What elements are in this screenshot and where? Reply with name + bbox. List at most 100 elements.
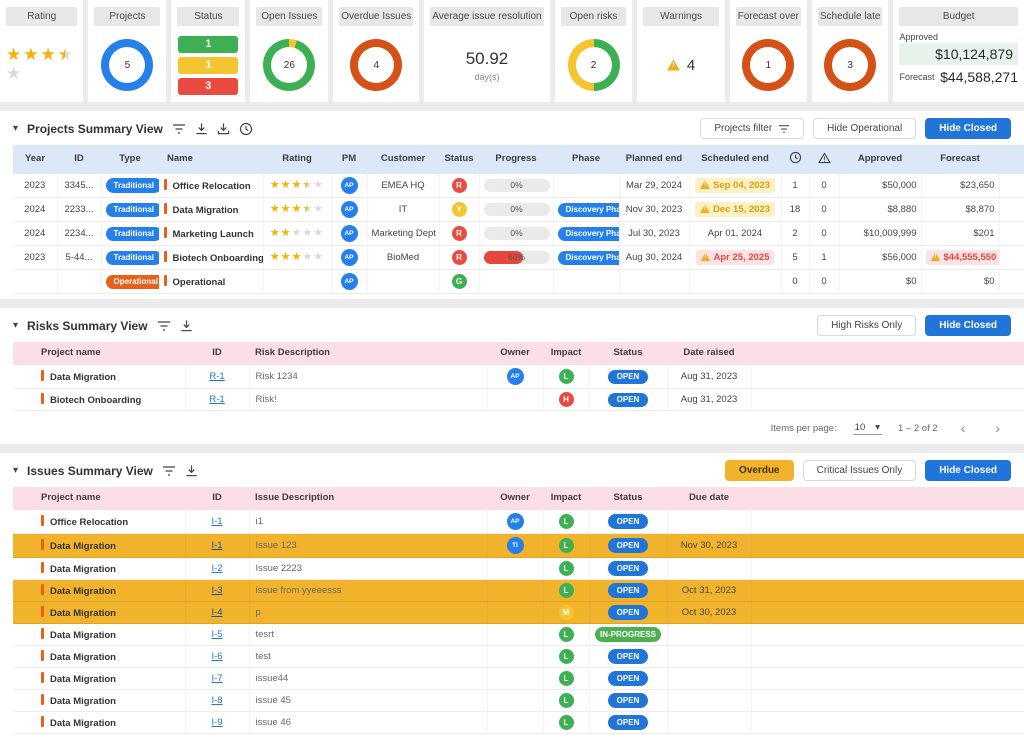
status-badge: OPEN [608, 649, 649, 664]
budget-forecast-value: $44,588,271 [940, 69, 1018, 85]
items-per-page-select[interactable]: 10▾ [853, 422, 882, 435]
kpi-overdue-issues-card: Overdue Issues 4 [333, 0, 419, 102]
project-row: 20235-44...TraditionalBiotech Onboarding… [13, 246, 1024, 270]
issue-id-link[interactable]: I-9 [211, 717, 222, 728]
impact-indicator: H [559, 392, 574, 407]
issue-owner: AP [487, 510, 543, 534]
empty-filler-cell [751, 690, 1024, 712]
kpi-status-label: Status [177, 7, 239, 26]
issue-description: test [249, 646, 487, 668]
avg-resolution-unit: day(s) [474, 72, 499, 82]
hide-closed-button[interactable]: Hide Closed [925, 460, 1011, 481]
risk-impact: L [543, 365, 589, 389]
issue-description: issue 46 [249, 712, 487, 734]
overdue-issues-count: 4 [373, 60, 379, 71]
download-icon[interactable] [180, 319, 193, 332]
projects-column-header: Forecast [921, 145, 999, 174]
history-clock-icon[interactable] [239, 122, 253, 136]
star-icon: ★★ [270, 204, 280, 215]
kpi-warnings-label: Warnings [643, 7, 718, 26]
risk-id-link[interactable]: R-1 [209, 371, 224, 382]
project-color-bar [41, 515, 44, 526]
impact-indicator: L [559, 649, 574, 664]
project-pm: AP [331, 174, 367, 198]
projects-filter-button[interactable]: Projects filter [700, 118, 804, 139]
status-indicator: R [452, 250, 467, 265]
collapse-caret-icon[interactable]: ▾ [13, 320, 18, 331]
issue-status: OPEN [589, 602, 667, 624]
issue-project-name: Data Migration [13, 624, 185, 646]
filter-icon[interactable] [172, 123, 186, 135]
issue-project-name: Data Migration [13, 602, 185, 624]
scheduled-end-value: Sep 04, 2023 [695, 178, 775, 193]
critical-issues-only-button[interactable]: Critical Issues Only [803, 460, 917, 481]
filter-icon[interactable] [162, 465, 176, 477]
issue-impact: L [543, 690, 589, 712]
issue-id: I-1 [185, 510, 249, 534]
risk-owner [487, 389, 543, 411]
issue-description: p [249, 602, 487, 624]
project-name: Biotech Onboarding [159, 246, 263, 270]
scheduled-end-value: Dec 15, 2023 [695, 202, 775, 217]
empty-filler-cell [751, 624, 1024, 646]
hide-closed-button[interactable]: Hide Closed [925, 315, 1011, 336]
scheduled-end-value: Apr 25, 2025 [696, 250, 775, 265]
issue-id: I-8 [185, 690, 249, 712]
kpi-forecast-over-card: Forecast over 1 [730, 0, 807, 102]
issue-id-link[interactable]: I-1 [211, 516, 222, 527]
issue-row: Office RelocationI-1i1APLOPEN [13, 510, 1024, 534]
project-planned-end: Jul 30, 2023 [619, 222, 689, 246]
pm-avatar: AP [341, 249, 358, 266]
issue-id-link[interactable]: I-3 [211, 585, 222, 596]
risk-date: Aug 31, 2023 [667, 365, 751, 389]
collapse-caret-icon[interactable]: ▾ [13, 465, 18, 476]
prev-page-chevron[interactable]: ‹ [954, 420, 973, 436]
scheduled-end-value: Apr 01, 2024 [708, 228, 762, 239]
star-icon: ★★ [6, 46, 21, 63]
issue-id: I-7 [185, 668, 249, 690]
project-row: OperationalOperationalAPG00$0$0$0 (0%) [13, 270, 1024, 294]
warning-triangle-icon [701, 252, 711, 261]
kpi-budget-card: Budget Approved $10,124,879 Forecast $44… [893, 0, 1024, 102]
status-badge: OPEN [608, 671, 649, 686]
progress-label: 60% [484, 251, 550, 264]
issue-id-link[interactable]: I-5 [211, 629, 222, 640]
issue-description: tesrt [249, 624, 487, 646]
project-year: 2023 [13, 246, 57, 270]
issue-date [667, 668, 751, 690]
overdue-button[interactable]: Overdue [725, 460, 794, 481]
project-phase: Discovery Phase [553, 246, 619, 270]
project-color-bar [41, 694, 44, 705]
issue-id-link[interactable]: I-6 [211, 651, 222, 662]
star-icon: ★★ [281, 204, 291, 215]
next-page-chevron[interactable]: › [988, 420, 1007, 436]
ppm-dashboard: { "icons": { "caret_down": "▾", "chevron… [0, 0, 1024, 729]
issue-status: OPEN [589, 534, 667, 558]
filter-icon[interactable] [157, 320, 171, 332]
risk-id-link[interactable]: R-1 [209, 394, 224, 405]
issue-id-link[interactable]: I-7 [211, 673, 222, 684]
project-actuals: $0 (0%) [999, 222, 1024, 246]
project-color-bar [41, 370, 44, 381]
hide-operational-button[interactable]: Hide Operational [813, 118, 916, 139]
projects-column-header: Rating [263, 145, 331, 174]
project-progress: 0% [479, 222, 553, 246]
hide-closed-button[interactable]: Hide Closed [925, 118, 1011, 139]
collapse-caret-icon[interactable]: ▾ [13, 123, 18, 134]
export-icon[interactable] [217, 122, 230, 135]
projects-column-header: Progress [479, 145, 553, 174]
download-icon[interactable] [195, 122, 208, 135]
high-risks-only-button[interactable]: High Risks Only [817, 315, 916, 336]
issue-id-link[interactable]: I-4 [211, 607, 222, 618]
projects-column-header: PM [331, 145, 367, 174]
issue-owner [487, 712, 543, 734]
risks-table: Project nameIDRisk DescriptionOwnerImpac… [13, 342, 1024, 411]
projects-column-header: ID [57, 145, 101, 174]
issue-id-link[interactable]: I-8 [211, 695, 222, 706]
download-icon[interactable] [185, 464, 198, 477]
issue-id-link[interactable]: I-2 [211, 563, 222, 574]
issue-id-link[interactable]: I-1 [211, 540, 222, 551]
project-customer: BioMed [367, 246, 439, 270]
star-icon: ★★ [313, 252, 323, 263]
issue-row: Data MigrationI-2Issue 2223LOPEN [13, 558, 1024, 580]
